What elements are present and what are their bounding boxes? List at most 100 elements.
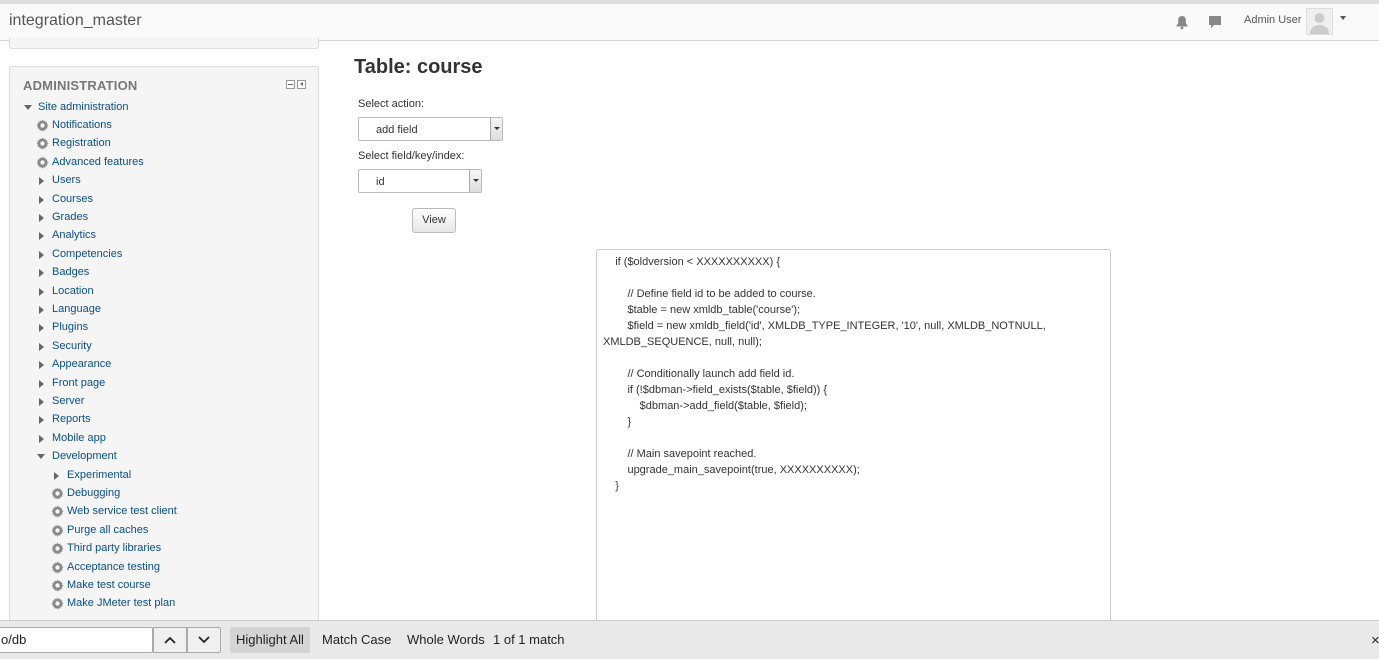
dock-block-icon[interactable] xyxy=(297,80,306,89)
generated-code-textarea[interactable]: if ($oldversion < XXXXXXXXXX) { // Defin… xyxy=(596,249,1111,629)
sidebar-item-label: Make test course xyxy=(67,579,151,591)
administration-block: ADMINISTRATION Site administration Notif… xyxy=(9,66,319,626)
code-line: $table = new xmldb_table('course'); xyxy=(603,304,801,316)
site-brand[interactable]: integration_master xyxy=(9,12,142,30)
tree-root-label: Site administration xyxy=(38,101,129,113)
avatar[interactable] xyxy=(1306,8,1333,35)
sidebar-item-label: Appearance xyxy=(52,358,112,371)
expand-arrow-icon xyxy=(39,195,44,204)
gear-icon xyxy=(51,505,64,519)
gear-icon xyxy=(51,597,64,611)
sidebar-item-label: Reports xyxy=(52,413,91,426)
chevron-down-icon xyxy=(198,636,210,644)
sidebar-item-label: Acceptance testing xyxy=(67,560,160,573)
code-line: // Conditionally launch add field id. xyxy=(603,368,795,380)
expand-arrow-icon xyxy=(39,342,44,351)
expand-arrow-icon xyxy=(39,177,44,186)
sidebar-item-label: Users xyxy=(52,174,81,187)
gear-icon xyxy=(51,524,64,537)
collapse-arrow-icon xyxy=(37,454,45,460)
field-select[interactable]: id xyxy=(358,169,482,193)
code-line: upgrade_main_savepoint(true, XXXXXXXXXX)… xyxy=(603,464,860,476)
gear-icon xyxy=(51,487,64,500)
view-button[interactable]: View xyxy=(412,208,456,233)
sidebar-item-label: Server xyxy=(52,395,85,407)
sidebar-item-label: Third party libraries xyxy=(67,542,162,555)
expand-arrow-icon xyxy=(39,269,44,278)
find-input[interactable]: o/db xyxy=(0,627,153,653)
gear-icon xyxy=(36,119,49,132)
match-case-toggle[interactable]: Match Case xyxy=(316,627,397,653)
code-line: // Main savepoint reached. xyxy=(603,448,757,460)
sidebar-item-label: Location xyxy=(52,284,94,297)
select-action-label: Select action: xyxy=(358,98,425,110)
chat-icon[interactable] xyxy=(1207,14,1223,30)
sidebar-item-label: Debugging xyxy=(67,487,121,499)
code-line: } xyxy=(603,416,632,428)
expand-arrow-icon xyxy=(39,287,44,296)
expand-arrow-icon xyxy=(39,324,44,333)
page-title: Table: course xyxy=(354,56,483,78)
highlight-all-toggle[interactable]: Highlight All xyxy=(230,627,310,653)
gear-icon xyxy=(36,137,49,151)
whole-words-toggle[interactable]: Whole Words xyxy=(401,627,491,653)
dropdown-arrow-icon xyxy=(469,170,481,192)
expand-arrow-icon xyxy=(39,361,44,370)
expand-arrow-icon xyxy=(39,398,44,406)
sidebar-item-label: Analytics xyxy=(52,229,97,242)
sidebar-item-label: Front page xyxy=(52,376,106,389)
sidebar-item-label: Badges xyxy=(52,266,90,279)
find-bar: o/db Highlight All Match Case Whole Word… xyxy=(0,620,1379,659)
sidebar-item-label: Security xyxy=(52,339,92,352)
expand-arrow-icon xyxy=(39,379,44,388)
expand-arrow-icon xyxy=(39,250,44,259)
expand-arrow-icon xyxy=(39,416,44,425)
find-status: 1 of 1 match xyxy=(493,632,565,647)
dropdown-arrow-icon xyxy=(490,118,502,140)
collapse-arrow-icon xyxy=(24,105,32,110)
sidebar-item-label: Make JMeter test plan xyxy=(67,597,176,610)
expand-arrow-icon xyxy=(39,232,44,241)
code-line: // Define field id to be added to course… xyxy=(603,288,816,300)
sidebar-item-label: Mobile app xyxy=(52,431,106,444)
gear-icon xyxy=(51,542,64,555)
sidebar-item-label: Development xyxy=(52,450,117,463)
chevron-down-icon[interactable] xyxy=(1340,16,1346,20)
gear-icon xyxy=(51,561,64,574)
expand-arrow-icon xyxy=(54,471,59,480)
sidebar-item-label: Registration xyxy=(52,137,111,150)
bell-icon[interactable] xyxy=(1174,14,1190,30)
gear-icon xyxy=(51,579,64,592)
expand-arrow-icon xyxy=(39,214,44,222)
sidebar-item-label: Plugins xyxy=(52,321,89,334)
find-previous-button[interactable] xyxy=(153,627,187,653)
sidebar-item-label: Purge all caches xyxy=(67,523,149,536)
sidebar-item-label: Notifications xyxy=(52,119,112,131)
action-select-value: add field xyxy=(376,124,418,136)
code-line: if (!$dbman->field_exists($table, $field… xyxy=(603,384,828,396)
sidebar-item-label: Courses xyxy=(52,192,93,205)
chevron-up-icon xyxy=(164,636,176,644)
sidebar-item-label: Competencies xyxy=(52,247,123,260)
find-next-button[interactable] xyxy=(187,627,221,653)
field-select-value: id xyxy=(376,176,385,188)
code-line: $field = new xmldb_field('id', XMLDB_TYP… xyxy=(603,320,1046,332)
minimize-block-icon[interactable] xyxy=(286,80,295,89)
code-line: XMLDB_SEQUENCE, null, null); xyxy=(603,336,762,348)
sidebar-item-label: Language xyxy=(52,303,101,315)
code-line: } xyxy=(603,480,619,492)
close-find-bar-button[interactable]: × xyxy=(1371,632,1379,649)
sidebar-item-label: Experimental xyxy=(67,468,132,481)
expand-arrow-icon xyxy=(39,306,44,314)
sidebar-item-label: Advanced features xyxy=(52,155,144,168)
block-title: ADMINISTRATION xyxy=(23,78,138,93)
code-line: if ($oldversion < XXXXXXXXXX) { xyxy=(603,256,780,268)
sidebar-item-label: Grades xyxy=(52,211,89,223)
action-select[interactable]: add field xyxy=(358,117,503,141)
select-field-label: Select field/key/index: xyxy=(358,150,465,162)
user-menu-name[interactable]: Admin User xyxy=(1244,14,1301,26)
gear-icon xyxy=(36,156,49,169)
expand-arrow-icon xyxy=(39,434,44,443)
top-navbar: integration_master Admin User xyxy=(0,0,1379,41)
sidebar-block-stub xyxy=(9,37,319,49)
